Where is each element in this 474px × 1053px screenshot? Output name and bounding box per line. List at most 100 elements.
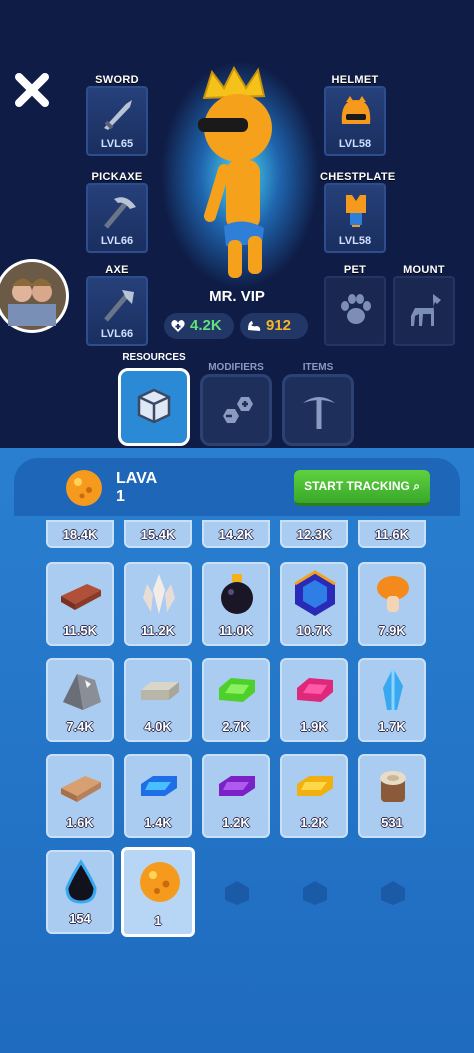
pickaxe-tab-icon xyxy=(303,397,335,429)
resource-card[interactable]: 11.0K xyxy=(202,562,270,646)
blue-gem-icon xyxy=(294,570,336,616)
resource-amount: 1.7K xyxy=(378,719,406,734)
resource-card[interactable]: 10.7K xyxy=(280,562,348,646)
resource-amount: 1.2K xyxy=(222,815,250,830)
pet-slot[interactable] xyxy=(324,276,386,346)
avatar[interactable] xyxy=(0,258,70,334)
empty-slot-icon xyxy=(225,881,249,905)
resource-amount: 12.3K xyxy=(296,527,332,542)
selected-resource-count: 1 xyxy=(116,488,125,505)
resource-card[interactable]: 1.7K xyxy=(358,658,426,742)
chestplate-slot[interactable]: LVL58 xyxy=(324,183,386,253)
sword-level: LVL65 xyxy=(100,138,134,150)
selected-resource-name: LAVA xyxy=(116,470,158,487)
axe-slot[interactable]: LVL66 xyxy=(86,276,148,346)
resource-amount: 7.4K xyxy=(66,719,94,734)
resource-amount: 14.2K xyxy=(218,527,254,542)
pet-label: PET xyxy=(343,264,367,276)
resource-card[interactable]: 7.4K xyxy=(46,658,114,742)
chestplate-label: CHESTPLATE xyxy=(320,171,396,183)
orange-mushroom-icon xyxy=(377,576,409,612)
resource-card[interactable]: 1.2K xyxy=(280,754,348,838)
close-icon[interactable] xyxy=(12,70,52,110)
resource-amount: 11.6K xyxy=(375,527,409,542)
axe-label: AXE xyxy=(105,264,129,276)
resource-amount: 18.4K xyxy=(62,527,98,542)
sword-label: SWORD xyxy=(95,74,139,86)
tab-resources-label: RESOURCES xyxy=(122,352,186,363)
resource-card[interactable]: 1.2K xyxy=(202,754,270,838)
modifiers-icon xyxy=(223,397,253,423)
resource-card[interactable]: 7.9K xyxy=(358,562,426,646)
green-gem-icon xyxy=(219,678,255,702)
resource-card-selected[interactable]: 1 xyxy=(121,847,195,937)
resource-card[interactable]: 2.7K xyxy=(202,658,270,742)
chestplate-level: LVL58 xyxy=(338,235,372,247)
tab-items[interactable] xyxy=(282,374,354,446)
health-value: 4.2K xyxy=(190,317,222,334)
helmet-slot[interactable]: LVL58 xyxy=(324,86,386,156)
character-name: MR. VIP xyxy=(209,288,265,305)
resource-amount: 1 xyxy=(154,913,162,928)
black-potion-icon xyxy=(221,574,253,614)
health-stat: 4.2K xyxy=(164,313,234,339)
resource-amount: 10.7K xyxy=(296,623,332,638)
lava-orb-icon xyxy=(66,470,102,506)
axe-level: LVL66 xyxy=(100,328,134,340)
pickaxe-label: PICKAXE xyxy=(91,171,143,183)
purple-bar-icon xyxy=(219,776,255,796)
resource-card[interactable]: 531 xyxy=(358,754,426,838)
paw-icon xyxy=(341,294,371,324)
resource-amount: 154 xyxy=(69,911,91,926)
pickaxe-icon xyxy=(104,197,136,229)
white-crystal-icon xyxy=(143,574,175,614)
crate-icon xyxy=(137,388,171,424)
sword-slot[interactable]: LVL65 xyxy=(86,86,148,156)
resource-card[interactable]: 11.5K xyxy=(46,562,114,646)
dark-flame-icon xyxy=(65,859,97,904)
sword-icon xyxy=(104,100,132,130)
resource-amount: 1.6K xyxy=(66,815,94,830)
mount-slot[interactable] xyxy=(393,276,455,346)
start-tracking-button[interactable]: START TRACKING ⌕ xyxy=(294,470,430,506)
blue-bar-icon xyxy=(141,776,177,796)
resource-card[interactable]: 15.4K xyxy=(124,520,192,548)
heart-plus-icon xyxy=(171,320,185,332)
resource-card[interactable]: 11.6K xyxy=(358,520,426,548)
resource-amount: 4.0K xyxy=(144,719,172,734)
resource-card[interactable]: 154 xyxy=(46,850,114,934)
resource-card[interactable]: 4.0K xyxy=(124,658,192,742)
stone-icon xyxy=(63,674,101,710)
resource-card[interactable]: 1.9K xyxy=(280,658,348,742)
muscle-icon xyxy=(248,321,261,331)
strength-value: 912 xyxy=(266,317,292,334)
tab-modifiers[interactable] xyxy=(200,374,272,446)
resource-amount: 1.9K xyxy=(300,719,328,734)
resource-amount: 11.0K xyxy=(219,623,253,638)
axe-icon xyxy=(104,290,134,322)
resource-card[interactable]: 1.6K xyxy=(46,754,114,838)
mount-label: MOUNT xyxy=(403,264,445,276)
resource-card[interactable]: 11.2K xyxy=(124,562,192,646)
pickaxe-slot[interactable]: LVL66 xyxy=(86,183,148,253)
resource-card[interactable]: 12.3K xyxy=(280,520,348,548)
pink-gem-icon xyxy=(297,678,333,702)
gold-bar-icon xyxy=(297,776,333,796)
tab-resources[interactable] xyxy=(118,368,190,446)
resource-card[interactable]: 1.4K xyxy=(124,754,192,838)
brick-icon xyxy=(61,584,101,610)
resource-amount: 15.4K xyxy=(140,527,176,542)
resource-card[interactable]: 14.2K xyxy=(202,520,270,548)
character-model[interactable] xyxy=(190,66,290,284)
resource-amount: 7.9K xyxy=(378,623,406,638)
tab-items-label: ITEMS xyxy=(302,362,334,373)
silver-bar-icon xyxy=(141,682,179,700)
helmet-icon xyxy=(341,96,371,124)
resource-card[interactable]: 18.4K xyxy=(46,520,114,548)
resource-amount: 1.2K xyxy=(300,815,328,830)
chestplate-icon xyxy=(346,195,366,227)
pickaxe-level: LVL66 xyxy=(100,235,134,247)
magnifier-icon: ⌕ xyxy=(413,479,420,493)
tab-modifiers-label: MODIFIERS xyxy=(208,362,264,373)
lava-orb-icon xyxy=(140,862,180,902)
